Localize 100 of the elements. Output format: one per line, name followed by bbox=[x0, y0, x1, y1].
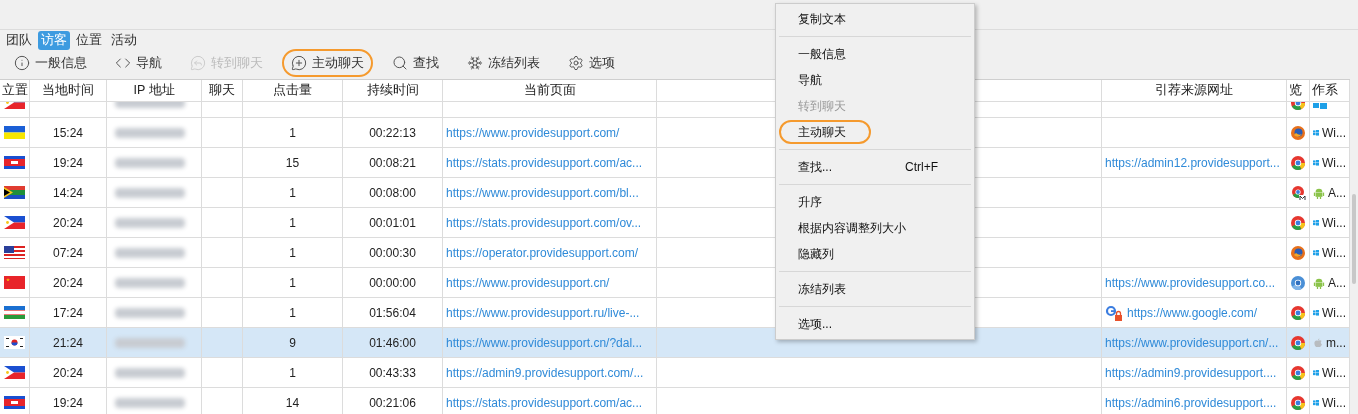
redacted-bar bbox=[115, 217, 185, 228]
toolbar-button[interactable]: 选项 bbox=[559, 49, 624, 77]
column-header[interactable]: 持续时间 bbox=[366, 81, 419, 100]
table-cell-text: 9 bbox=[289, 334, 296, 352]
redacted-bar bbox=[115, 277, 185, 288]
redacted-bar bbox=[115, 187, 185, 198]
toolbar-button[interactable]: 主动聊天 bbox=[282, 49, 373, 77]
page-link[interactable]: https://www.providesupport.cn/ bbox=[446, 273, 610, 292]
table-cell-text: 00:21:06 bbox=[369, 394, 416, 412]
column-header[interactable]: 当前页面 bbox=[523, 81, 576, 100]
firefox-icon bbox=[1290, 124, 1306, 141]
redacted-bar bbox=[115, 337, 185, 348]
table-cell-text: 17:24 bbox=[53, 304, 83, 322]
column-header[interactable]: 当地时间 bbox=[42, 81, 94, 100]
table-cell-text: 01:56:04 bbox=[369, 304, 416, 322]
column-header[interactable]: 引荐来源网址 bbox=[1155, 81, 1233, 100]
chrome-icon bbox=[1290, 304, 1306, 321]
page-link[interactable]: https://operator.providesupport.com/ bbox=[446, 243, 639, 262]
redacted-bar bbox=[115, 127, 185, 138]
page-link[interactable]: https://stats.providesupport.com/ac... bbox=[446, 393, 643, 412]
table-cell-text: 00:00:00 bbox=[369, 274, 416, 292]
table-cell-text: 00:22:13 bbox=[369, 124, 416, 142]
search-icon bbox=[392, 55, 408, 71]
flag-icon bbox=[4, 186, 25, 199]
table-cell-text: 20:24 bbox=[53, 274, 83, 292]
table-cell-text: 00:00:30 bbox=[369, 244, 416, 262]
flag-icon bbox=[4, 156, 25, 169]
column-header[interactable]: 立置 bbox=[2, 81, 28, 100]
table-cell-text: 1 bbox=[289, 274, 296, 292]
table-cell-text: 15:24 bbox=[53, 124, 83, 142]
table-cell-text: 21:24 bbox=[53, 334, 83, 352]
redacted-bar bbox=[115, 397, 185, 408]
table-cell-text: 00:08:00 bbox=[369, 184, 416, 202]
toolbar-button[interactable]: 导航 bbox=[106, 49, 171, 77]
table-cell-text: 1 bbox=[289, 124, 296, 142]
settings-icon bbox=[568, 55, 584, 71]
menu-item[interactable]: 根据内容调整列大小 bbox=[779, 216, 957, 240]
table-cell-text: 20:24 bbox=[53, 364, 83, 382]
menu-item[interactable]: 隐藏列 bbox=[779, 242, 957, 266]
referrer-link[interactable]: https://admin12.providesupport... bbox=[1105, 153, 1280, 172]
table-cell-text: 00:08:21 bbox=[369, 154, 416, 172]
flag-icon bbox=[4, 366, 25, 379]
chrome-icon bbox=[1290, 394, 1306, 411]
table-cell-text: 1 bbox=[289, 184, 296, 202]
referrer-link[interactable]: https://www.google.com/ bbox=[1127, 303, 1258, 322]
menu-item[interactable]: 复制文本 bbox=[779, 7, 957, 31]
table-cell-text: Wi... bbox=[1322, 124, 1346, 142]
flag-icon bbox=[4, 246, 25, 259]
flag-icon bbox=[4, 126, 25, 139]
page-link[interactable]: https://www.providesupport.ru/live-... bbox=[446, 303, 640, 322]
flag-icon bbox=[4, 276, 25, 289]
table-cell-text: Wi... bbox=[1322, 364, 1346, 382]
menu-item[interactable]: 冻结列表 bbox=[779, 277, 957, 301]
table-cell-text: Wi... bbox=[1322, 244, 1346, 262]
chrome-icon bbox=[1290, 154, 1306, 171]
page-link[interactable]: https://stats.providesupport.com/ov... bbox=[446, 213, 642, 232]
page-link[interactable]: https://www.providesupport.com/bl... bbox=[446, 183, 639, 202]
referrer-link[interactable]: https://www.providesupport.co... bbox=[1105, 273, 1276, 292]
column-header[interactable]: 览 bbox=[1289, 81, 1302, 100]
table-cell-text: A... bbox=[1328, 184, 1346, 202]
chat-plus-icon bbox=[291, 55, 307, 71]
chromium-icon bbox=[1290, 274, 1306, 291]
table-cell-text: 1 bbox=[289, 244, 296, 262]
redacted-bar bbox=[115, 247, 185, 258]
page-link[interactable]: https://www.providesupport.com/ bbox=[446, 123, 620, 142]
table-cell-text: 15 bbox=[285, 154, 300, 172]
table-cell-text: 00:43:33 bbox=[369, 364, 416, 382]
toolbar-button[interactable]: 冻结列表 bbox=[458, 49, 549, 77]
flag-icon bbox=[4, 216, 25, 229]
chrome-icon bbox=[1290, 214, 1306, 231]
tab[interactable]: 团队 bbox=[3, 30, 35, 50]
chat-reply-icon bbox=[190, 55, 206, 71]
column-header[interactable]: 聊天 bbox=[209, 81, 235, 100]
table-cell-text: 01:46:00 bbox=[369, 334, 416, 352]
tab[interactable]: 位置 bbox=[73, 30, 105, 50]
chrome-icon bbox=[1290, 364, 1306, 381]
menu-item[interactable]: 查找... Ctrl+F bbox=[779, 155, 957, 179]
table-cell-text: 1 bbox=[289, 364, 296, 382]
table-cell-text: Wi... bbox=[1322, 154, 1346, 172]
column-header[interactable]: 点击量 bbox=[273, 81, 312, 100]
referrer-link[interactable]: https://admin6.providesupport.... bbox=[1105, 393, 1277, 412]
table-cell-text: 19:24 bbox=[53, 154, 83, 172]
toolbar-button[interactable]: 查找 bbox=[383, 49, 448, 77]
firefox-icon bbox=[1290, 244, 1306, 261]
table-cell-text: 20:24 bbox=[53, 214, 83, 232]
referrer-link[interactable]: https://admin9.providesupport.... bbox=[1105, 363, 1277, 382]
page-link[interactable]: https://stats.providesupport.com/ac... bbox=[446, 153, 643, 172]
menu-item[interactable]: 一般信息 bbox=[779, 42, 957, 66]
table-cell-text: 07:24 bbox=[53, 244, 83, 262]
column-header[interactable]: IP 地址 bbox=[133, 81, 175, 100]
table-cell-text: 14 bbox=[285, 394, 300, 412]
column-header[interactable]: 作系 bbox=[1312, 81, 1338, 100]
table-cell-text: Wi... bbox=[1322, 214, 1346, 232]
menu-item[interactable]: 导航 bbox=[779, 68, 957, 92]
table-row[interactable]: 20:24 1 00:43:33 https://admin9.providesupport.com/... https://admin9.providesupport.... Wi... bbox=[0, 358, 1350, 388]
toolbar-button[interactable]: 一般信息 bbox=[5, 49, 96, 77]
menu-item[interactable]: 主动聊天 bbox=[779, 120, 871, 144]
redacted-bar bbox=[115, 367, 185, 378]
tab[interactable]: 活动 bbox=[108, 30, 140, 50]
page-link[interactable]: https://admin9.providesupport.com/... bbox=[446, 363, 644, 382]
